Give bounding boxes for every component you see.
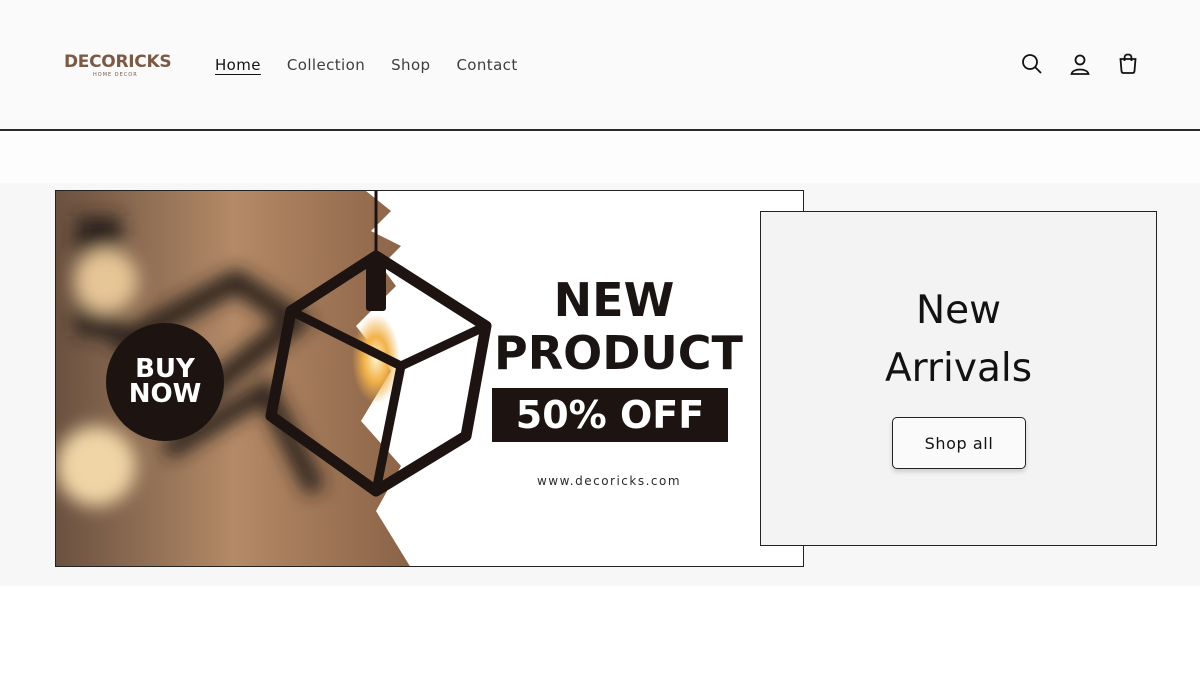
new-arrivals-card: New Arrivals Shop all [760,211,1157,546]
banner-url: www.decoricks.com [536,474,682,488]
site-header: DECORICKS HOME DECOR Home Collection Sho… [0,0,1200,131]
card-title-line1: New [915,288,1002,333]
buy-now-line2: NOW [128,379,202,409]
nav-item-contact[interactable]: Contact [456,56,517,74]
cart-icon[interactable] [1114,50,1142,78]
account-icon[interactable] [1066,50,1094,78]
search-icon[interactable] [1018,50,1046,78]
discount-badge: 50% OFF [492,388,728,442]
logo-tagline: HOME DECOR [93,72,138,78]
nav-item-home[interactable]: Home [215,56,261,74]
nav-item-shop[interactable]: Shop [391,56,430,74]
card-title-line2: Arrivals [884,346,1033,391]
main-nav: Home Collection Shop Contact [215,56,518,74]
logo-wordmark: DECORICKS [64,52,172,72]
brand-logo[interactable]: DECORICKS HOME DECOR [60,52,172,80]
buy-now-badge: BUY NOW [106,323,224,441]
promo-banner[interactable]: BUY NOW NEW PRODUCT 50% OFF www.decorick… [55,190,804,567]
spacer-band [0,133,1200,183]
nav-item-collection[interactable]: Collection [287,56,365,74]
card-title: New Arrivals [761,282,1156,398]
banner-headline-product: PRODUCT [494,326,743,380]
banner-headline-new: NEW [553,273,675,327]
shop-all-button[interactable]: Shop all [892,417,1026,469]
discount-text: 50% OFF [515,393,705,437]
